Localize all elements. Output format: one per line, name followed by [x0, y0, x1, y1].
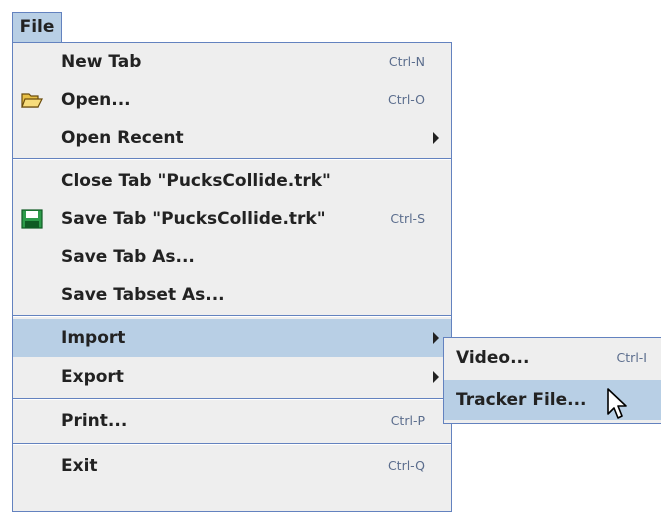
menu-item-export[interactable]: Export	[13, 358, 451, 396]
submenu-arrow-icon	[433, 371, 439, 383]
menu-item-label: Open...	[61, 90, 131, 110]
submenu-item-video[interactable]: Video... Ctrl-I	[444, 338, 661, 378]
floppy-disk-icon	[21, 209, 43, 229]
menu-item-exit[interactable]: Exit Ctrl-Q	[13, 447, 451, 485]
submenu-arrow-icon	[433, 332, 439, 344]
menu-item-close-tab[interactable]: Close Tab "PucksCollide.trk"	[13, 162, 451, 200]
menu-item-label: Save Tabset As...	[61, 285, 225, 305]
file-menu: New Tab Ctrl-N Open... Ctrl-O Open Recen…	[12, 42, 452, 512]
menu-item-label: New Tab	[61, 52, 142, 72]
menu-item-shortcut: Ctrl-Q	[387, 458, 425, 473]
menu-item-shortcut: Ctrl-I	[616, 350, 647, 365]
menu-item-new-tab[interactable]: New Tab Ctrl-N	[13, 43, 451, 81]
menu-item-save-tab-as[interactable]: Save Tab As...	[13, 238, 451, 276]
menu-item-import[interactable]: Import	[13, 319, 451, 357]
menu-item-shortcut: Ctrl-S	[390, 211, 425, 226]
submenu-arrow-icon	[433, 132, 439, 144]
menu-separator	[13, 398, 451, 400]
menu-item-label: Close Tab "PucksCollide.trk"	[61, 171, 331, 191]
menu-bar: File	[0, 0, 661, 42]
menu-item-label: Save Tab As...	[61, 247, 195, 267]
menu-item-label: Exit	[61, 456, 98, 476]
menu-item-save-tab[interactable]: Save Tab "PucksCollide.trk" Ctrl-S	[13, 200, 451, 238]
menu-separator	[13, 158, 451, 160]
menu-item-label: Open Recent	[61, 128, 184, 148]
menu-item-label: Import	[61, 328, 126, 348]
menu-separator	[13, 443, 451, 445]
mouse-cursor-icon	[607, 388, 627, 419]
menu-item-save-tabset-as[interactable]: Save Tabset As...	[13, 276, 451, 314]
menu-item-label: Tracker File...	[456, 390, 587, 410]
menu-item-label: Video...	[456, 348, 530, 368]
menu-item-shortcut: Ctrl-O	[388, 92, 425, 107]
menu-separator	[13, 315, 451, 317]
open-folder-icon	[21, 93, 43, 108]
menu-item-print[interactable]: Print... Ctrl-P	[13, 402, 451, 440]
menu-item-open-recent[interactable]: Open Recent	[13, 119, 451, 157]
menu-item-shortcut: Ctrl-N	[388, 54, 425, 69]
menu-item-label: Print...	[61, 411, 128, 431]
menu-item-label: Save Tab "PucksCollide.trk"	[61, 209, 326, 229]
menu-item-label: Export	[61, 367, 124, 387]
menu-item-shortcut: Ctrl-P	[390, 413, 425, 428]
file-menu-button[interactable]: File	[12, 12, 62, 42]
menu-item-open[interactable]: Open... Ctrl-O	[13, 81, 451, 119]
